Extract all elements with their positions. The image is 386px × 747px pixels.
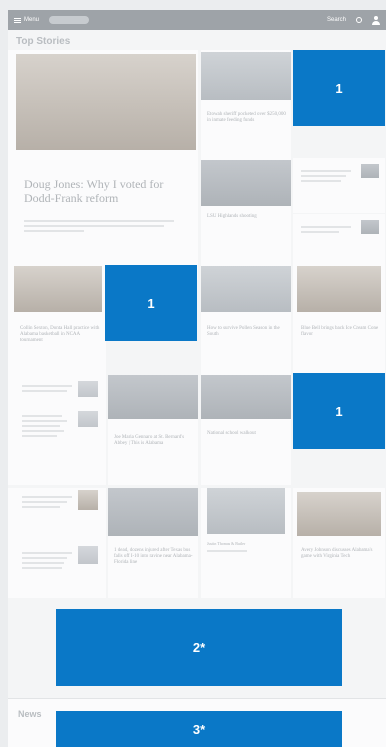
ad-slot-2[interactable]: 1: [105, 265, 197, 341]
story-image[interactable]: [297, 492, 381, 536]
story-headline-line: [22, 496, 72, 498]
story-headline-line: [301, 226, 351, 228]
story-headline-line: [301, 170, 351, 172]
site-logo[interactable]: [49, 16, 90, 24]
story-card[interactable]: Joe Maria Gennaro at St. Bernard's Abbey…: [108, 375, 198, 485]
lead-story-dek-line: [24, 225, 164, 227]
ad-slot-5[interactable]: 3*: [56, 711, 342, 747]
story-card[interactable]: How to survive Pollen Season in the Sout…: [201, 266, 291, 381]
story-thumbnail[interactable]: [78, 411, 98, 427]
story-card[interactable]: LSU Highlands shooting: [201, 158, 291, 274]
story-headline-line: [22, 435, 57, 437]
page-title: Top Stories: [16, 36, 71, 47]
story-thumbnail[interactable]: [361, 164, 379, 178]
story-image[interactable]: [14, 266, 102, 312]
story-headline-line: [22, 501, 67, 503]
story-headline[interactable]: Joe Maria Gennaro at St. Bernard's Abbey…: [114, 435, 194, 447]
story-list-card[interactable]: [8, 488, 106, 598]
story-image[interactable]: [201, 52, 291, 100]
story-list-card[interactable]: [8, 375, 106, 485]
section-header: Top Stories: [16, 36, 70, 47]
ad-label: 2*: [192, 640, 206, 655]
story-headline[interactable]: Collin Sexton, Donta Hall practice with …: [20, 326, 100, 343]
story-card[interactable]: Collin Sexton, Donta Hall practice with …: [8, 266, 106, 381]
menu-icon: [14, 17, 21, 23]
story-headline[interactable]: 1 dead, dozens injured after Texas bus f…: [114, 548, 194, 565]
story-headline-line: [22, 415, 62, 417]
story-headline-line: [22, 420, 67, 422]
story-meta-line: [207, 550, 247, 552]
story-card[interactable]: [293, 158, 385, 213]
story-headline[interactable]: Blue Bell brings back Ice Cream Cone fla…: [301, 326, 381, 338]
story-thumbnail[interactable]: [361, 220, 379, 234]
search-label[interactable]: Search: [327, 17, 346, 23]
search-icon[interactable]: [356, 17, 362, 23]
story-headline[interactable]: Justin Thomas & Butler: [207, 541, 287, 547]
content-frame: Top Stories Doug Jones: Why I voted for …: [8, 30, 386, 747]
ad-label: 1: [335, 80, 343, 96]
ad-slot-4[interactable]: 2*: [56, 609, 342, 686]
ad-slot-1[interactable]: 1: [293, 50, 385, 126]
story-headline[interactable]: Avery Johnson discusses Alabama's game w…: [301, 548, 381, 560]
ad-label: 3*: [192, 721, 206, 737]
story-headline-line: [301, 231, 339, 233]
story-headline[interactable]: LSU Highlands shooting: [207, 214, 287, 220]
story-headline-line: [22, 430, 64, 432]
story-headline[interactable]: How to survive Pollen Season in the Sout…: [207, 326, 287, 338]
story-headline-line: [301, 175, 346, 177]
story-headline-line: [301, 180, 341, 182]
story-image[interactable]: [201, 160, 291, 206]
story-image[interactable]: [108, 375, 198, 419]
story-thumbnail[interactable]: [78, 490, 98, 510]
menu-label: Menu: [24, 17, 40, 23]
story-headline-line: [22, 567, 62, 569]
story-image[interactable]: [201, 266, 291, 312]
lead-story-dek-line: [24, 220, 174, 222]
story-headline-line: [22, 552, 72, 554]
lead-story-meta-line: [24, 230, 84, 232]
news-section-title: News: [18, 709, 42, 719]
lead-story-headline[interactable]: Doug Jones: Why I voted for Dodd-Frank r…: [24, 177, 184, 206]
story-headline-line: [22, 425, 60, 427]
story-card[interactable]: Blue Bell brings back Ice Cream Cone fla…: [293, 266, 385, 381]
user-icon[interactable]: [372, 15, 380, 25]
lead-story-image[interactable]: [16, 54, 196, 150]
story-thumbnail[interactable]: [78, 381, 98, 397]
story-image[interactable]: [297, 266, 381, 312]
story-card[interactable]: Etowah sheriff pocketed over $250,000 in…: [201, 50, 291, 175]
ad-slot-3[interactable]: 1: [293, 373, 385, 449]
story-headline-line: [22, 562, 64, 564]
story-headline-line: [22, 390, 67, 392]
story-headline[interactable]: National school walkout: [207, 431, 287, 437]
ad-label: 1: [147, 295, 155, 311]
story-card[interactable]: Avery Johnson discusses Alabama's game w…: [293, 488, 385, 598]
site-header: Menu Search: [8, 10, 386, 30]
story-card[interactable]: [293, 214, 385, 274]
menu-button[interactable]: Menu: [14, 17, 39, 23]
story-headline[interactable]: Etowah sheriff pocketed over $250,000 in…: [207, 112, 287, 124]
lead-story-card[interactable]: Doug Jones: Why I voted for Dodd-Frank r…: [8, 50, 198, 280]
story-card[interactable]: Justin Thomas & Butler: [201, 488, 291, 598]
story-thumbnail[interactable]: [78, 546, 98, 564]
story-headline-line: [22, 385, 72, 387]
story-image[interactable]: [201, 375, 291, 419]
page: Menu Search Top Stories Doug Jones: Why …: [0, 0, 386, 747]
story-image[interactable]: [207, 488, 285, 534]
story-image[interactable]: [108, 488, 198, 536]
story-headline-line: [22, 557, 67, 559]
story-headline-line: [22, 506, 60, 508]
story-card[interactable]: National school walkout: [201, 375, 291, 485]
story-card[interactable]: 1 dead, dozens injured after Texas bus f…: [108, 488, 198, 598]
ad-label: 1: [335, 403, 343, 419]
